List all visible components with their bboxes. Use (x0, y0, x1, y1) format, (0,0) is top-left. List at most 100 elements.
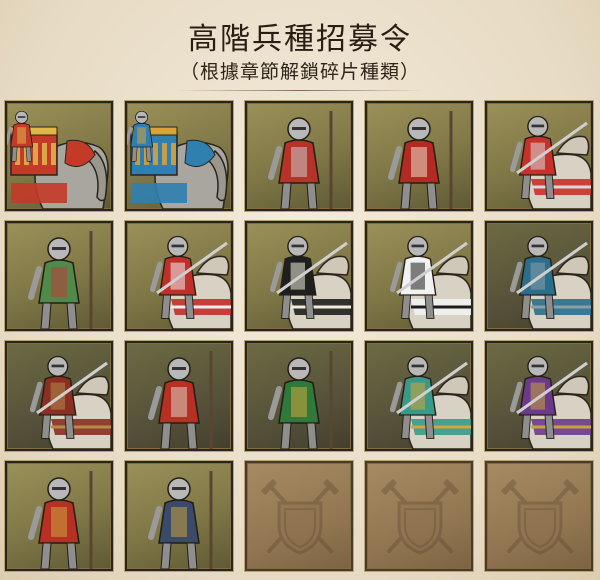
unit-portrait (509, 355, 591, 449)
helmet-visor (51, 364, 65, 368)
soldier-leg-left (280, 182, 292, 209)
unit-card-conquistador-arquebusier[interactable] (245, 341, 353, 451)
soldier-leg-left (11, 146, 18, 162)
soldier-tabard (411, 147, 427, 177)
soldier-leg-left (521, 294, 532, 319)
helmet-visor (292, 127, 306, 130)
unit-portrait (148, 471, 213, 569)
helmet-visor (531, 364, 545, 368)
soldier-figure (28, 477, 80, 569)
unit-portrait (509, 235, 591, 329)
howdah-stripe (153, 143, 158, 165)
locked-slot-art (260, 478, 340, 555)
helmet-visor (531, 124, 545, 128)
unit-card-green-shield-soldier[interactable] (5, 221, 113, 331)
unit-card-blue-lancer[interactable] (485, 221, 593, 331)
elephant-skirt (11, 183, 67, 203)
soldier-arm (509, 261, 523, 293)
unit-portrait (127, 110, 229, 209)
soldier-leg-right (544, 174, 555, 199)
helmet-visor (52, 247, 66, 250)
helmet-visor (137, 116, 146, 118)
unit-portrait (268, 351, 333, 449)
unit-portrait (389, 235, 471, 329)
page-subtitle: （根據章節解鎖碎片種類） (179, 61, 420, 83)
unit-portrait (148, 351, 213, 449)
soldier-arm (388, 146, 402, 180)
soldier-figure (268, 357, 320, 449)
locked-unit-card[interactable] (485, 461, 593, 571)
helmet-visor (412, 127, 426, 130)
soldier-leg-left (160, 422, 172, 449)
horse-head (435, 375, 470, 396)
soldier-arm (148, 386, 162, 420)
soldier-figure (148, 357, 200, 449)
horse-head (75, 375, 110, 396)
soldier-leg-right (64, 414, 75, 439)
helmet-visor (411, 364, 425, 368)
soldier-leg-right (186, 542, 198, 569)
soldier-leg-left (401, 414, 412, 439)
soldier-figure (388, 117, 440, 209)
soldier-leg-left (521, 414, 532, 439)
soldier-leg-left (521, 174, 532, 199)
unit-portrait (7, 110, 109, 209)
unit-card-heavy-lancer-cyan[interactable] (365, 341, 473, 451)
unit-card-war-elephant-blue[interactable] (125, 101, 233, 211)
unit-card-armored-foot-knight[interactable] (245, 101, 353, 211)
unit-card-pikeman[interactable] (125, 461, 233, 571)
horse-head (195, 255, 230, 276)
soldier-arm (28, 266, 42, 300)
title-divider (175, 90, 425, 91)
soldier-leg-right (306, 182, 318, 209)
soldier-leg-right (186, 422, 198, 449)
unit-card-purple-lancer[interactable] (485, 341, 593, 451)
unit-portrait (149, 235, 231, 329)
soldier-tabard (171, 387, 187, 417)
soldier-leg-left (131, 146, 138, 162)
unit-portrait (28, 471, 93, 569)
locked-slot-art (380, 478, 460, 555)
unit-card-war-elephant-red[interactable] (5, 101, 113, 211)
helmet-visor (291, 244, 305, 248)
unit-card-mounted-knight-red[interactable] (485, 101, 593, 211)
soldier-leg-left (161, 294, 172, 319)
horse-head (315, 255, 350, 276)
locked-unit-card[interactable] (365, 461, 473, 571)
unit-card-plumed-halberdier[interactable] (5, 461, 113, 571)
helmet-visor (171, 244, 185, 248)
soldier-figure (148, 477, 200, 569)
soldier-tabard (291, 387, 307, 417)
soldier-arm (7, 126, 13, 146)
unit-card-teutonic-knight[interactable] (245, 221, 353, 331)
soldier-arm (148, 506, 162, 540)
soldier-leg-right (426, 182, 438, 209)
elephant-skirt (131, 183, 187, 203)
soldier-leg-right (424, 414, 435, 439)
unit-grid (5, 101, 595, 571)
soldier-arm (268, 146, 282, 180)
soldier-leg-left (400, 182, 412, 209)
unit-card-winged-hussar[interactable] (125, 341, 233, 451)
unit-card-hospitaller-knight[interactable] (365, 221, 473, 331)
soldier-arm (268, 386, 282, 420)
locked-slot-art (500, 478, 580, 555)
unit-portrait (509, 115, 591, 209)
soldier-arm (389, 261, 403, 293)
crossed-swords-shield-icon (260, 478, 340, 555)
locked-unit-card[interactable] (245, 461, 353, 571)
soldier-leg-left (160, 542, 172, 569)
unit-portrait (268, 111, 333, 209)
soldier-arm (389, 381, 403, 413)
unit-card-templar-archer[interactable] (365, 101, 473, 211)
soldier-arm (28, 506, 42, 540)
unit-portrait (269, 235, 351, 329)
unit-card-horse-archer[interactable] (5, 341, 113, 451)
soldier-leg-right (25, 146, 32, 162)
soldier-arm (127, 126, 133, 146)
unit-card-crusader-cavalry[interactable] (125, 221, 233, 331)
horse-head (435, 255, 470, 276)
soldier-arm (509, 141, 523, 173)
howdah-stripe (162, 143, 167, 165)
soldier-leg-left (281, 294, 292, 319)
